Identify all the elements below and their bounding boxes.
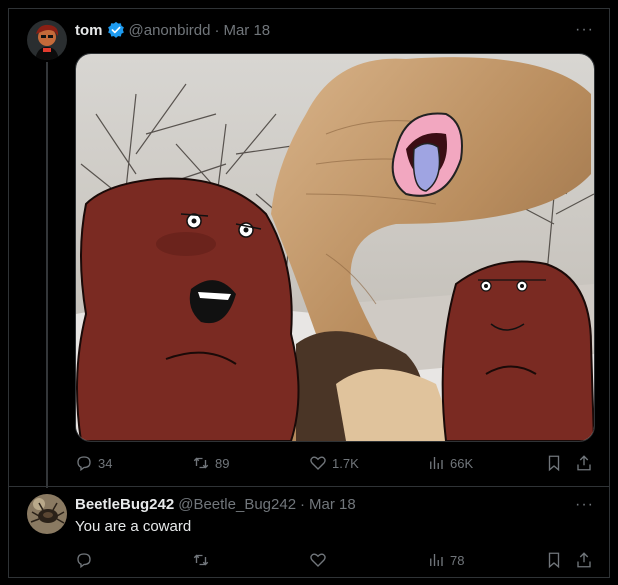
reply-text: You are a coward [75, 518, 192, 535]
reply-icon [77, 553, 91, 569]
reply-repost-action[interactable] [192, 551, 215, 569]
reply-view-count: 78 [450, 552, 465, 568]
reply-author-name[interactable]: BeetleBug242 [75, 496, 174, 513]
reply-separator-dot: · [300, 496, 306, 513]
reply-share-action[interactable] [575, 551, 593, 569]
repost-icon [193, 554, 209, 566]
tweet-header: tom @anonbirdd · Mar 18 [75, 21, 270, 39]
reply-more-icon[interactable]: ··· [575, 496, 594, 514]
like-count: 1.7K [332, 455, 359, 471]
avatar-beetlebug[interactable] [27, 494, 67, 534]
reply-date[interactable]: Mar 18 [309, 496, 356, 513]
tweet-media-image[interactable] [75, 53, 595, 442]
separator-dot: · [214, 21, 220, 39]
verified-badge-icon [107, 21, 124, 38]
reply-action-bar: 78 [75, 551, 593, 571]
share-icon [577, 552, 591, 568]
top-divider [8, 8, 609, 9]
like-icon [310, 456, 326, 470]
avatar-tom[interactable] [27, 20, 67, 60]
repost-action[interactable]: 89 [192, 454, 229, 472]
reply-header: BeetleBug242 @Beetle_Bug242 · Mar 18 [75, 496, 356, 513]
view-count: 66K [450, 455, 474, 471]
reply-action[interactable]: 34 [75, 454, 112, 472]
reply-icon [77, 456, 91, 472]
tweet-date[interactable]: Mar 18 [223, 22, 270, 39]
repost-count: 89 [215, 455, 230, 471]
reply-author-handle[interactable]: @Beetle_Bug242 [178, 496, 296, 513]
beaver-meme-illustration [76, 54, 594, 441]
reply-bookmark-action[interactable] [545, 551, 563, 569]
share-action[interactable] [575, 454, 593, 472]
like-action[interactable]: 1.7K [309, 454, 359, 472]
author-name[interactable]: tom [75, 22, 103, 39]
reply-like-action[interactable] [309, 551, 332, 569]
share-icon [577, 455, 591, 471]
beaver-left [76, 177, 300, 441]
bookmark-action[interactable] [545, 454, 563, 472]
beaver-right [441, 260, 594, 441]
author-handle[interactable]: @anonbirdd [129, 22, 211, 39]
more-icon[interactable]: ··· [575, 21, 594, 39]
repost-icon [193, 457, 209, 469]
reply-reply-action[interactable] [75, 551, 98, 569]
reply-views-action[interactable]: 78 [427, 551, 464, 569]
views-action[interactable]: 66K [427, 454, 473, 472]
bottom-divider [8, 577, 609, 578]
views-icon [430, 554, 443, 566]
bookmark-icon [548, 455, 560, 472]
thread-connector [46, 62, 48, 488]
views-icon [430, 457, 443, 469]
tweet-action-bar: 34 89 1.7K 66K [75, 454, 593, 474]
reply-count: 34 [98, 455, 113, 471]
bookmark-icon [548, 552, 560, 569]
tweet-divider [8, 486, 609, 487]
like-icon [310, 553, 326, 567]
